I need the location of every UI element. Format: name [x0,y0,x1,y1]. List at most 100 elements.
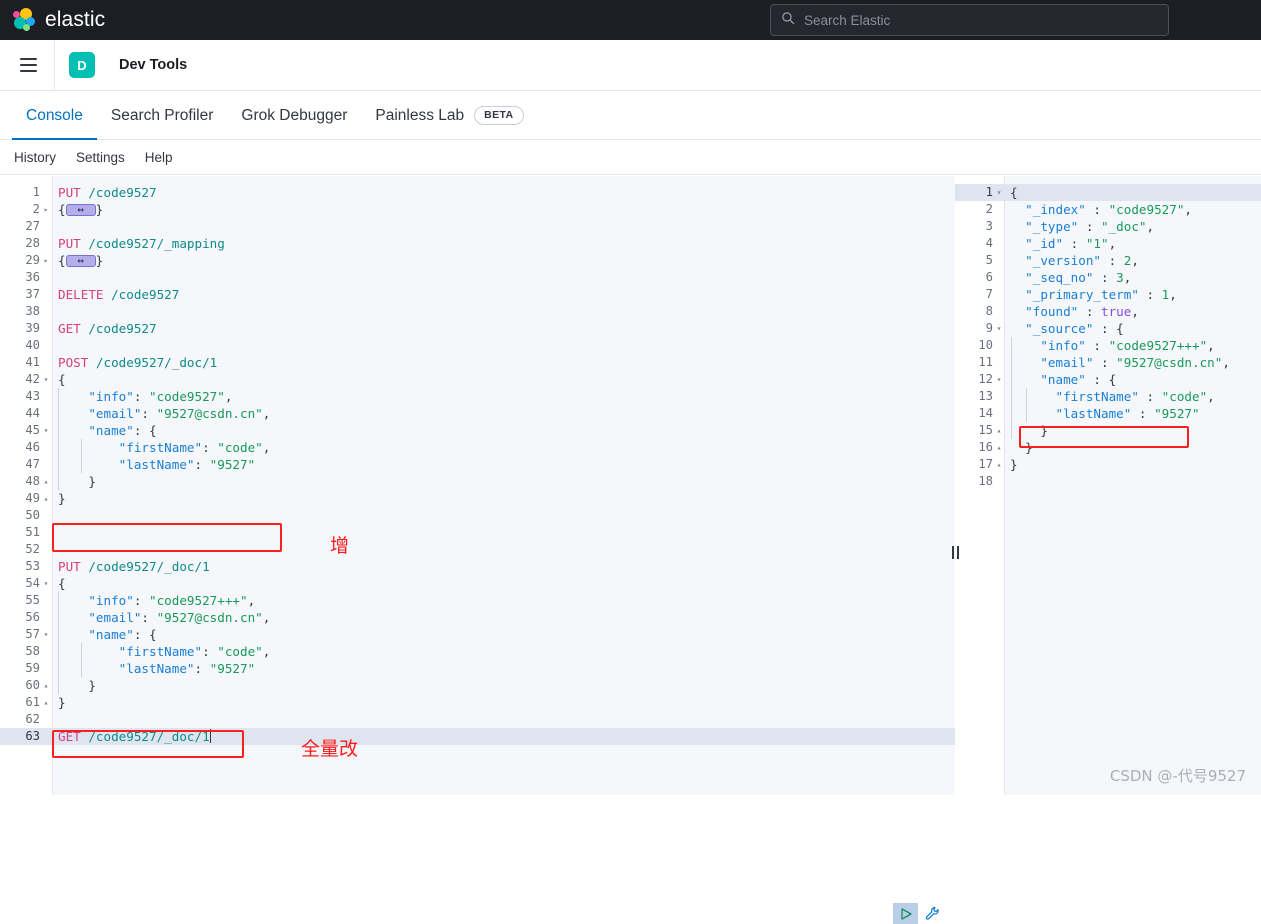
line-number: 54 [0,575,40,592]
search-input[interactable] [804,13,1158,28]
line-number: 43 [0,388,40,405]
code-text: "lastName": "9527" [52,660,255,677]
tab-grok-debugger[interactable]: Grok Debugger [227,107,361,139]
code-line[interactable]: 12▾ "name" : { [955,371,1261,388]
code-line[interactable]: 54▾{ [0,575,955,592]
folded-region-widget[interactable] [66,255,96,267]
code-line[interactable]: 28PUT /code9527/_mapping [0,235,955,252]
code-line[interactable]: 2 "_index" : "code9527", [955,201,1261,218]
wrench-icon[interactable] [922,904,942,924]
code-line[interactable]: 45▾ "name": { [0,422,955,439]
code-line[interactable]: 53PUT /code9527/_doc/1 [0,558,955,575]
fold-toggle-icon[interactable]: ▴ [993,456,1005,473]
code-line[interactable]: 51 [0,524,955,541]
fold-spacer [993,201,1005,218]
code-line[interactable]: 39GET /code9527 [0,320,955,337]
code-line[interactable]: 50 [0,507,955,524]
request-editor-pane[interactable]: 1PUT /code95272▸{}2728PUT /code9527/_map… [0,176,955,795]
fold-toggle-icon[interactable]: ▴ [993,422,1005,439]
code-line[interactable]: 56 "email": "9527@csdn.cn", [0,609,955,626]
play-request-icon[interactable] [893,903,918,924]
code-line[interactable]: 7 "_primary_term" : 1, [955,286,1261,303]
code-line[interactable]: 1PUT /code9527 [0,184,955,201]
code-line[interactable]: 57▾ "name": { [0,626,955,643]
global-search[interactable] [770,4,1169,36]
fold-toggle-icon[interactable]: ▾ [40,575,52,592]
hamburger-menu-icon[interactable] [12,49,44,81]
code-line[interactable]: 41POST /code9527/_doc/1 [0,354,955,371]
fold-spacer [40,218,52,235]
code-line[interactable]: 14 "lastName" : "9527" [955,405,1261,422]
tab-console[interactable]: Console [12,107,97,139]
pane-resize-handle[interactable] [948,176,962,795]
fold-toggle-icon[interactable]: ▴ [40,490,52,507]
fold-toggle-icon[interactable]: ▾ [40,371,52,388]
code-line[interactable]: 3 "_type" : "_doc", [955,218,1261,235]
code-line[interactable]: 36 [0,269,955,286]
code-line[interactable]: 62 [0,711,955,728]
code-text: "name": { [52,422,157,439]
code-line[interactable]: 44 "email": "9527@csdn.cn", [0,405,955,422]
tab-search-profiler[interactable]: Search Profiler [97,107,228,139]
request-editor-code[interactable]: 1PUT /code95272▸{}2728PUT /code9527/_map… [0,184,955,745]
fold-toggle-icon[interactable]: ▸ [40,201,52,218]
indent-guide [58,643,59,660]
code-line[interactable]: 1▾{ [955,184,1261,201]
code-text: "email": "9527@csdn.cn", [52,405,270,422]
code-line[interactable]: 47 "lastName": "9527" [0,456,955,473]
code-line[interactable]: 10 "info" : "code9527+++", [955,337,1261,354]
folded-region-widget[interactable] [66,204,96,216]
code-line[interactable]: 61▴} [0,694,955,711]
space-avatar[interactable]: D [69,52,95,78]
code-line[interactable]: 48▴ } [0,473,955,490]
code-line[interactable]: 15▴ } [955,422,1261,439]
code-line[interactable]: 42▾{ [0,371,955,388]
code-line[interactable]: 16▴ } [955,439,1261,456]
code-line[interactable]: 27 [0,218,955,235]
fold-toggle-icon[interactable]: ▴ [40,694,52,711]
line-number: 51 [0,524,40,541]
code-line[interactable]: 5 "_version" : 2, [955,252,1261,269]
code-line[interactable]: 38 [0,303,955,320]
code-line[interactable]: 9▾ "_source" : { [955,320,1261,337]
fold-toggle-icon[interactable]: ▾ [993,184,1005,201]
fold-toggle-icon[interactable]: ▾ [40,626,52,643]
code-line[interactable]: 59 "lastName": "9527" [0,660,955,677]
code-line[interactable]: 43 "info": "code9527", [0,388,955,405]
code-line[interactable]: 11 "email" : "9527@csdn.cn", [955,354,1261,371]
code-line[interactable]: 13 "firstName" : "code", [955,388,1261,405]
code-line[interactable]: 29▸{} [0,252,955,269]
fold-toggle-icon[interactable]: ▾ [993,320,1005,337]
code-line[interactable]: 49▴} [0,490,955,507]
code-line[interactable]: 52 [0,541,955,558]
submenu-item-settings[interactable]: Settings [74,148,127,167]
code-line[interactable]: 6 "_seq_no" : 3, [955,269,1261,286]
code-line[interactable]: 46 "firstName": "code", [0,439,955,456]
code-line[interactable]: 2▸{} [0,201,955,218]
code-line[interactable]: 37DELETE /code9527 [0,286,955,303]
fold-toggle-icon[interactable]: ▾ [993,371,1005,388]
code-line[interactable]: 17▴} [955,456,1261,473]
tab-painless-lab[interactable]: Painless Lab BETA [361,106,537,139]
code-text: "_type" : "_doc", [1005,218,1154,235]
fold-toggle-icon[interactable]: ▴ [40,473,52,490]
code-line[interactable]: 63GET /code9527/_doc/1 [0,728,955,745]
request-actions[interactable] [893,903,942,924]
submenu-item-history[interactable]: History [12,148,58,167]
fold-toggle-icon[interactable]: ▾ [40,422,52,439]
fold-toggle-icon[interactable]: ▴ [993,439,1005,456]
code-line[interactable]: 40 [0,337,955,354]
fold-toggle-icon[interactable]: ▴ [40,677,52,694]
code-line[interactable]: 55 "info": "code9527+++", [0,592,955,609]
line-number: 42 [0,371,40,388]
code-line[interactable]: 8 "found" : true, [955,303,1261,320]
elastic-logo-icon [12,8,36,32]
code-line[interactable]: 18 [955,473,1261,490]
global-top-bar: elastic [0,0,1261,40]
code-line[interactable]: 60▴ } [0,677,955,694]
code-line[interactable]: 4 "_id" : "1", [955,235,1261,252]
response-pane[interactable]: 1▾{2 "_index" : "code9527",3 "_type" : "… [955,176,1261,795]
submenu-item-help[interactable]: Help [143,148,175,167]
code-line[interactable]: 58 "firstName": "code", [0,643,955,660]
fold-toggle-icon[interactable]: ▸ [40,252,52,269]
